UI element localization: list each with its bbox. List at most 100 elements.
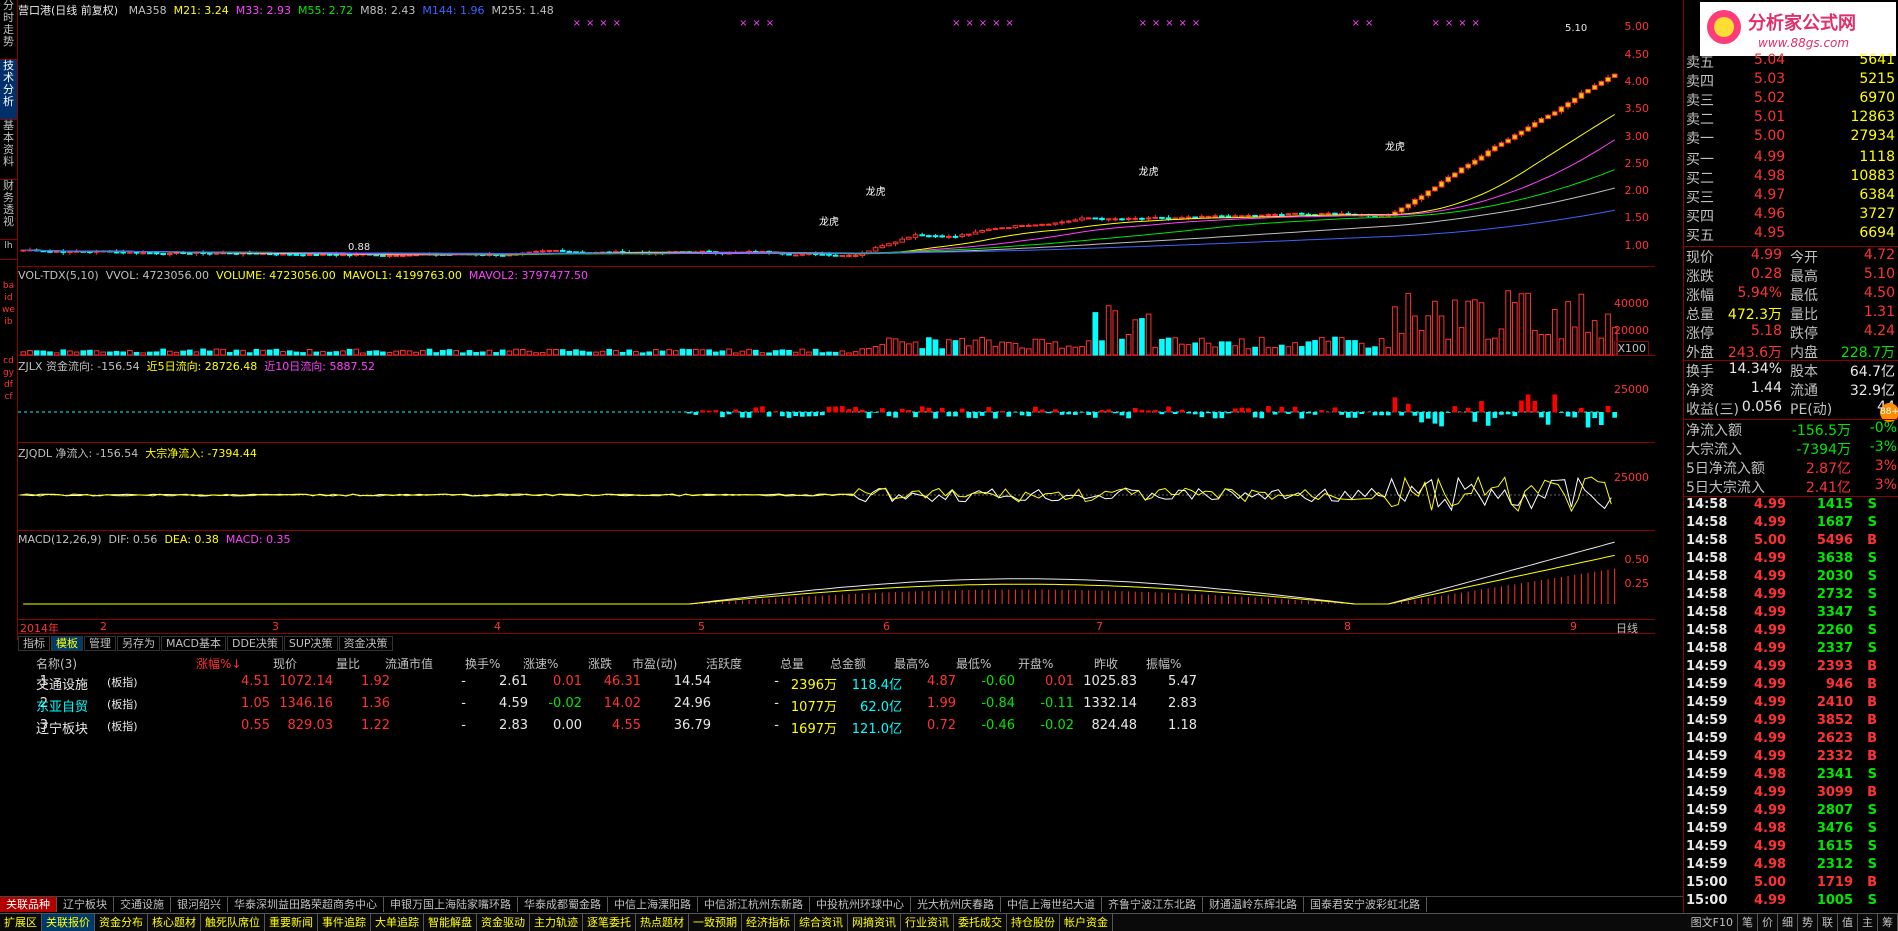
- status-tab[interactable]: 关联报价: [42, 914, 95, 931]
- status-tab[interactable]: 经济指标: [742, 914, 795, 931]
- col-high[interactable]: 最高%: [894, 655, 929, 672]
- status-tab[interactable]: 资金分布: [95, 914, 148, 931]
- status-right-tab[interactable]: 值: [1838, 914, 1858, 931]
- related-tab[interactable]: 齐鲁宁波江东北路: [1102, 897, 1203, 912]
- status-tab[interactable]: 委托成交: [954, 914, 1007, 931]
- buy-level[interactable]: 买二 4.98 10883: [1684, 168, 1898, 187]
- sell-level[interactable]: 卖二 5.01 12863: [1684, 109, 1898, 128]
- buy-level[interactable]: 买三 4.97 6384: [1684, 187, 1898, 206]
- col-amp[interactable]: 振幅%: [1146, 655, 1181, 672]
- status-right-tab[interactable]: 势: [1798, 914, 1818, 931]
- price-panel[interactable]: 营口港(日线 前复权) MA358 M21: 3.24 M33: 2.93 M55: …: [18, 0, 1655, 267]
- sell-level[interactable]: 卖五 5.04 5641: [1684, 52, 1898, 71]
- status-right-tab[interactable]: 筹: [1878, 914, 1898, 931]
- status-tab[interactable]: 主力轨迹: [530, 914, 583, 931]
- zjlx-chart[interactable]: [18, 356, 1655, 443]
- status-right-tab[interactable]: 联: [1818, 914, 1838, 931]
- sell-level[interactable]: 卖一 5.00 27934: [1684, 128, 1898, 147]
- template-button[interactable]: 模板: [51, 636, 83, 651]
- status-tab[interactable]: 智能解盘: [424, 914, 477, 931]
- status-right-tab[interactable]: 细: [1778, 914, 1798, 931]
- col-vol[interactable]: 总量: [780, 655, 804, 672]
- related-tab[interactable]: 关联品种: [0, 897, 57, 912]
- buy-level[interactable]: 买四 4.96 3727: [1684, 206, 1898, 225]
- zjlx-panel[interactable]: ZJLX 资金流向: -156.54 近5日流向: 28726.48 近10日流向:…: [18, 356, 1655, 443]
- dde-button[interactable]: DDE决策: [226, 636, 283, 651]
- macd-basic-button[interactable]: MACD基本: [161, 636, 226, 651]
- tab-financials[interactable]: 财务透视: [0, 180, 17, 240]
- save-as-button[interactable]: 另存为: [117, 636, 160, 651]
- status-tab[interactable]: 触死队席位: [201, 914, 265, 931]
- status-tab[interactable]: 资金驱动: [477, 914, 530, 931]
- status-tab[interactable]: 帐户资金: [1060, 914, 1113, 931]
- status-tab[interactable]: 综合资讯: [795, 914, 848, 931]
- sector-table[interactable]: 名称(3) 涨幅%↓ 现价 量比 流通市值 换手% 涨速% 涨跌 市盈(动) 活…: [18, 655, 1678, 900]
- table-row[interactable]: 1 交通设施 (板指) 4.51 1072.14 1.92-2.61 0.01 46.31 14…: [18, 674, 1678, 696]
- col-hy[interactable]: 活跃度: [706, 655, 742, 672]
- status-tab[interactable]: 逐笔委托: [583, 914, 636, 931]
- macd-panel[interactable]: MACD(12,26,9) DIF: 0.56 DEA: 0.38 MACD: 0.3…: [18, 531, 1655, 620]
- tab-fundamentals[interactable]: 基本资料: [0, 120, 17, 180]
- tab-lh[interactable]: lh: [0, 240, 17, 260]
- col-zd[interactable]: 涨跌: [588, 655, 612, 672]
- tab-intraday[interactable]: 分时走势: [0, 0, 17, 60]
- status-right-tab[interactable]: 图文F10: [1687, 914, 1738, 931]
- status-right-tab[interactable]: 笔: [1738, 914, 1758, 931]
- status-right-tab[interactable]: 主: [1858, 914, 1878, 931]
- col-prev[interactable]: 昨收: [1094, 655, 1118, 672]
- col-lb[interactable]: 量比: [336, 655, 360, 672]
- status-tab[interactable]: 持仓股份: [1007, 914, 1060, 931]
- zjqdl-chart[interactable]: [18, 443, 1655, 531]
- related-tab[interactable]: 银河绍兴: [171, 897, 228, 912]
- volume-chart[interactable]: [18, 267, 1655, 356]
- related-tab[interactable]: 申银万国上海陆家嘴环路: [384, 897, 518, 912]
- status-tab[interactable]: 扩展区: [0, 914, 42, 931]
- col-low[interactable]: 最低%: [956, 655, 991, 672]
- sell-level[interactable]: 卖三 5.02 6970: [1684, 90, 1898, 109]
- status-tab[interactable]: 事件追踪: [318, 914, 371, 931]
- related-tab[interactable]: 中信上海世纪大道: [1001, 897, 1102, 912]
- col-zs[interactable]: 涨速%: [523, 655, 558, 672]
- buy-level[interactable]: 买五 4.95 6694: [1684, 225, 1898, 244]
- buy-level[interactable]: 买一 4.99 1118: [1684, 149, 1898, 168]
- related-tab[interactable]: 华泰成都蜀金路: [518, 897, 608, 912]
- col-pe[interactable]: 市盈(动): [632, 655, 677, 672]
- related-tab[interactable]: 交通设施: [114, 897, 171, 912]
- col-mv[interactable]: 流通市值: [385, 655, 433, 672]
- related-tab[interactable]: 国泰君安宁波彩虹北路: [1304, 897, 1427, 912]
- status-tab[interactable]: 大单追踪: [371, 914, 424, 931]
- related-tab[interactable]: 中信上海溧阳路: [608, 897, 698, 912]
- status-right-tab[interactable]: 价: [1758, 914, 1778, 931]
- fund-button[interactable]: 资金决策: [338, 636, 393, 651]
- related-tab[interactable]: 光大杭州庆春路: [911, 897, 1001, 912]
- col-name[interactable]: 名称(3): [36, 655, 77, 672]
- table-row[interactable]: 2 东亚自贸 (板指) 1.05 1346.16 1.36-4.59 -0.02 14.02 2…: [18, 696, 1678, 718]
- table-row[interactable]: 3 辽宁板块 (板指) 0.55 829.03 1.22-2.83 0.00 4.55 36.7…: [18, 718, 1678, 740]
- col-price[interactable]: 现价: [273, 655, 297, 672]
- macd-chart[interactable]: [18, 531, 1655, 620]
- status-tab[interactable]: 一致预期: [689, 914, 742, 931]
- status-tab[interactable]: 网摘资讯: [848, 914, 901, 931]
- volume-panel[interactable]: VOL-TDX(5,10) VVOL: 4723056.00 VOLUME: 472…: [18, 267, 1655, 356]
- sell-level[interactable]: 卖四 5.03 5215: [1684, 71, 1898, 90]
- col-hs[interactable]: 换手%: [465, 655, 500, 672]
- status-tab[interactable]: 核心题材: [148, 914, 201, 931]
- related-tab[interactable]: 中信浙江杭州东新路: [698, 897, 810, 912]
- col-amt[interactable]: 总金额: [830, 655, 866, 672]
- indicator-button[interactable]: 指标: [18, 636, 50, 651]
- related-tab[interactable]: 辽宁板块: [57, 897, 114, 912]
- tab-technical[interactable]: 技术分析: [0, 60, 17, 120]
- status-tab[interactable]: 热点题材: [636, 914, 689, 931]
- zjqdl-panel[interactable]: ZJQDL 净流入: -156.54 大宗净流入: -7394.44 25000: [18, 443, 1655, 531]
- related-tab[interactable]: 财通温岭东辉北路: [1203, 897, 1304, 912]
- status-tab[interactable]: 行业资讯: [901, 914, 954, 931]
- manage-button[interactable]: 管理: [84, 636, 116, 651]
- col-chg[interactable]: 涨幅%↓: [196, 655, 241, 672]
- candlestick-chart[interactable]: × × × × × × × × × × × × × × × × × × × × × × ×龙虎龙虎龙虎龙虎5.100.88: [18, 0, 1655, 267]
- related-tab[interactable]: 中投杭州环球中心: [810, 897, 911, 912]
- chart-area[interactable]: 营口港(日线 前复权) MA358 M21: 3.24 M33: 2.93 M55: …: [18, 0, 1655, 635]
- col-open[interactable]: 开盘%: [1018, 655, 1053, 672]
- related-tab[interactable]: 华泰深圳益田路荣超商务中心: [228, 897, 384, 912]
- sup-button[interactable]: SUP决策: [283, 636, 338, 651]
- status-tab[interactable]: 重要新闻: [265, 914, 318, 931]
